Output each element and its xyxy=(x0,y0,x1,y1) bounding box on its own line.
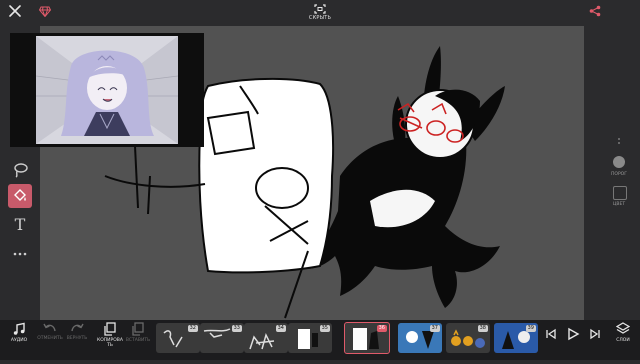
frame-number: 36 xyxy=(376,325,387,332)
frame-thumbnail[interactable]: 34 xyxy=(244,323,288,353)
more-dots-icon xyxy=(13,252,27,256)
layers-label: СЛОИ xyxy=(616,338,630,343)
frame-number: 38 xyxy=(477,325,488,332)
text-tool-button[interactable]: T xyxy=(8,212,32,236)
fill-tool-button[interactable] xyxy=(8,184,32,208)
lasso-icon xyxy=(14,163,28,178)
paste-button[interactable]: ВСТАВИТЬ xyxy=(124,322,152,358)
play-button[interactable] xyxy=(564,327,582,363)
color-swatch[interactable] xyxy=(613,186,627,200)
fill-bucket-icon xyxy=(14,189,26,201)
skip-back-icon xyxy=(546,328,556,340)
undo-icon xyxy=(43,323,56,332)
bottom-toolbar: АУДИО ОТМЕНИТЬ ВЕРНУТЬ КОПИРОВА ТЬ ВСТАВ… xyxy=(0,320,640,360)
frame-thumbnail[interactable]: 33 xyxy=(200,323,244,353)
frame-number: 33 xyxy=(231,325,242,332)
frame-thumbnail[interactable]: 35 xyxy=(288,323,332,353)
color-label: ЦВЕТ xyxy=(612,202,626,207)
last-frame-button[interactable] xyxy=(586,328,604,364)
frame-number: 34 xyxy=(275,325,286,332)
frame-number: 35 xyxy=(319,325,330,332)
hide-label: СКРЫТЬ xyxy=(308,14,332,21)
redo-label: ВЕРНУТЬ xyxy=(66,336,88,341)
fill-options-panel: ПОРОГ ЦВЕТ xyxy=(602,136,636,216)
undo-button[interactable]: ОТМЕНИТЬ xyxy=(36,322,64,358)
premium-button[interactable] xyxy=(36,2,54,20)
frame-number: 37 xyxy=(429,325,440,332)
threshold-label: ПОРОГ xyxy=(611,172,627,177)
undo-label: ОТМЕНИТЬ xyxy=(37,336,63,341)
share-button[interactable] xyxy=(586,2,604,20)
close-icon xyxy=(9,5,21,17)
lasso-tool-button[interactable] xyxy=(8,158,32,182)
redo-button[interactable]: ВЕРНУТЬ xyxy=(64,322,90,358)
frame-number: 32 xyxy=(187,325,198,332)
frame-thumbnail[interactable]: 37 xyxy=(398,323,442,353)
copy-icon xyxy=(104,322,116,336)
paste-label: ВСТАВИТЬ xyxy=(125,338,151,343)
redo-icon xyxy=(71,323,84,332)
share-icon xyxy=(589,5,601,17)
skip-forward-icon xyxy=(590,328,600,340)
reference-image-window[interactable] xyxy=(10,33,204,147)
fullscreen-icon xyxy=(314,3,326,14)
frame-number: 39 xyxy=(525,325,536,332)
layers-icon xyxy=(616,322,630,334)
threshold-knob[interactable] xyxy=(613,156,625,168)
frame-thumbnail[interactable]: 38 xyxy=(446,323,490,353)
top-bar: СКРЫТЬ xyxy=(0,0,640,24)
frame-thumbnail[interactable]: 32 xyxy=(156,323,200,353)
close-button[interactable] xyxy=(6,2,24,20)
more-tools-button[interactable] xyxy=(8,242,32,266)
audio-label: АУДИО xyxy=(10,338,28,343)
audio-button[interactable]: АУДИО xyxy=(6,322,32,358)
threshold-slider[interactable] xyxy=(613,136,625,168)
paste-icon xyxy=(132,322,144,336)
gem-icon xyxy=(39,6,51,17)
first-frame-button[interactable] xyxy=(542,328,560,364)
audio-icon xyxy=(13,322,25,335)
hide-ui-button[interactable]: СКРЫТЬ xyxy=(300,0,340,24)
copy-button[interactable]: КОПИРОВА ТЬ xyxy=(96,322,124,358)
white-figure xyxy=(198,77,335,274)
layers-button[interactable]: СЛОИ xyxy=(610,322,636,358)
play-icon xyxy=(568,327,580,341)
reference-anime-image xyxy=(36,36,178,144)
frame-thumbnail[interactable]: 39 xyxy=(494,323,538,353)
text-icon: T xyxy=(14,214,26,234)
copy-label: КОПИРОВА ТЬ xyxy=(97,338,123,348)
frame-thumbnail-active[interactable]: 36 xyxy=(344,322,390,354)
